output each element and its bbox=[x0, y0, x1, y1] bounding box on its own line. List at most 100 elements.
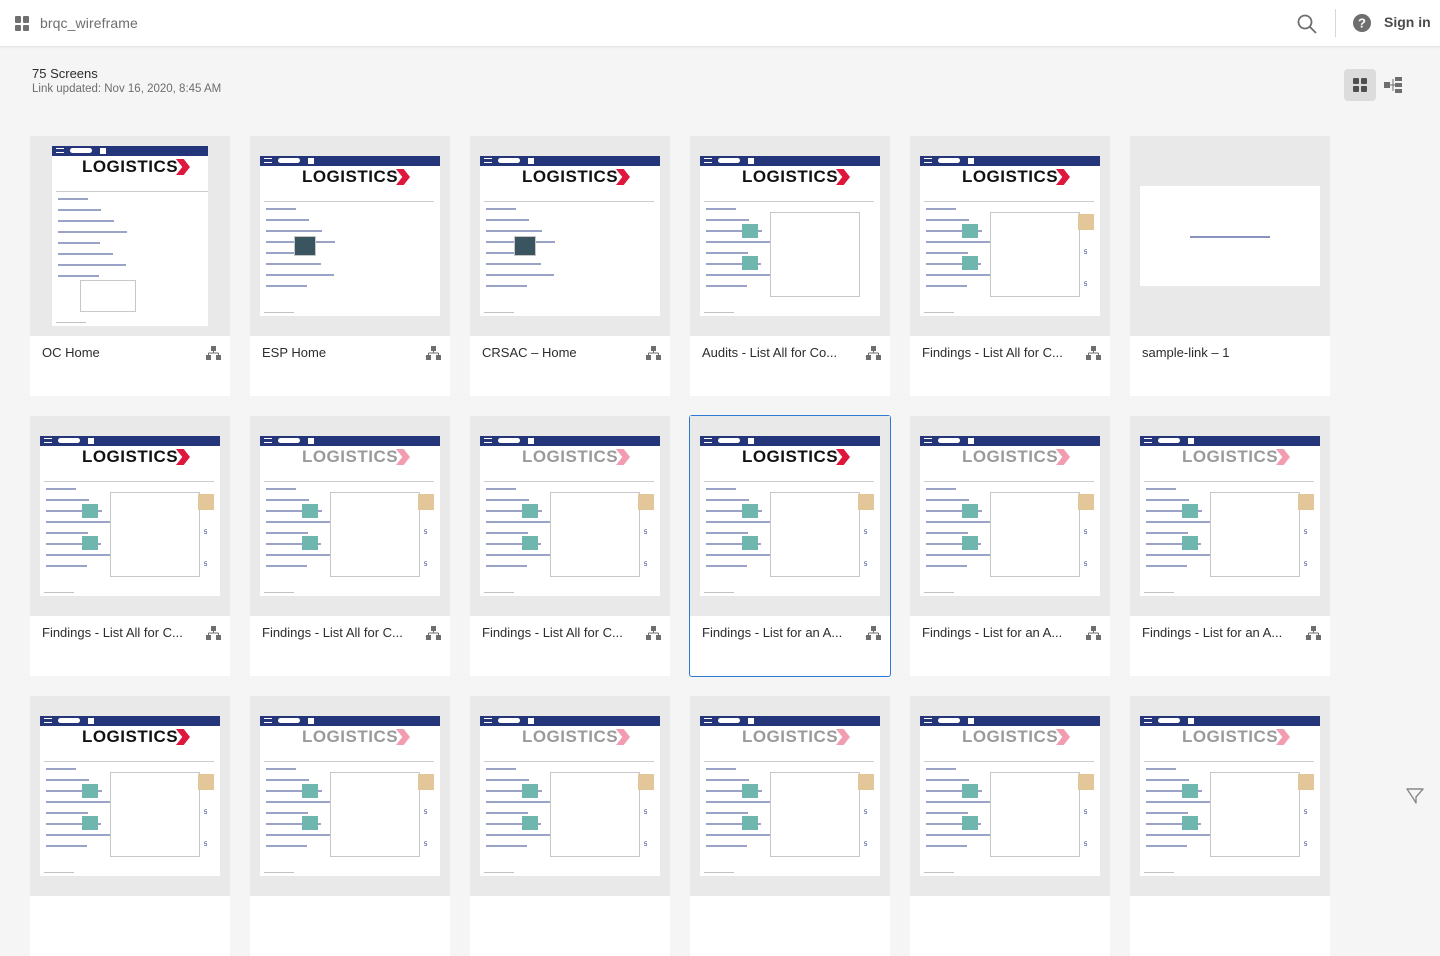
header-divider bbox=[1335, 9, 1336, 37]
wireframe-preview: LOGISTICS 5 5 bbox=[920, 436, 1100, 596]
screen-name: Findings - List for an A... bbox=[1142, 625, 1283, 640]
screen-thumbnail[interactable]: LOGISTICS bbox=[470, 136, 670, 336]
wireframe-preview: LOGISTICS bbox=[480, 156, 660, 316]
wireframe-preview: LOGISTICS 5 5 bbox=[1140, 716, 1320, 876]
wireframe-preview: LOGISTICS 5 5 bbox=[480, 436, 660, 596]
flow-map-icon[interactable] bbox=[646, 346, 661, 361]
thumbnail-logo: LOGISTICS bbox=[961, 167, 1059, 186]
screen-thumbnail[interactable]: LOGISTICS 5 5 bbox=[250, 416, 450, 616]
screen-name: Findings - List All for C... bbox=[262, 625, 403, 640]
screen-card[interactable]: LOGISTICS 5 5 Findings - List for an A... bbox=[910, 416, 1110, 676]
wireframe-preview: LOGISTICS 5 5 bbox=[700, 436, 880, 596]
screen-thumbnail[interactable]: LOGISTICS 5 5 bbox=[1130, 416, 1330, 616]
flow-map-icon[interactable] bbox=[1086, 346, 1101, 361]
screen-name: Findings - List All for C... bbox=[42, 625, 183, 640]
screen-card[interactable]: LOGISTICS 5 5 bbox=[30, 696, 230, 956]
screen-card[interactable]: sample-link – 1 bbox=[1130, 136, 1330, 396]
screen-card[interactable]: LOGISTICS CRSAC – Home bbox=[470, 136, 670, 396]
feedback-icon[interactable] bbox=[1405, 786, 1425, 806]
flow-map-icon[interactable] bbox=[206, 626, 221, 641]
screen-thumbnail[interactable]: LOGISTICS 5 5 bbox=[690, 696, 890, 896]
screen-thumbnail[interactable] bbox=[1130, 136, 1330, 336]
screen-thumbnail[interactable]: LOGISTICS 5 5 bbox=[250, 696, 450, 896]
thumbnail-logo: LOGISTICS bbox=[521, 167, 619, 186]
screen-card[interactable]: LOGISTICS ESP Home bbox=[250, 136, 450, 396]
wireframe-preview: LOGISTICS 5 5 bbox=[1140, 436, 1320, 596]
screen-card[interactable]: LOGISTICS 5 5 bbox=[1130, 696, 1330, 956]
screen-card[interactable]: LOGISTICS 5 5 bbox=[470, 696, 670, 956]
screen-name: ESP Home bbox=[262, 345, 327, 360]
flow-map-icon[interactable] bbox=[1086, 626, 1101, 641]
thumbnail-logo: LOGISTICS bbox=[961, 447, 1059, 466]
wireframe-preview: LOGISTICS 5 5 bbox=[700, 716, 880, 876]
screen-card[interactable]: LOGISTICS 5 5 bbox=[250, 696, 450, 956]
screen-card[interactable]: LOGISTICS Audits - List All for Co... bbox=[690, 136, 890, 396]
wireframe-preview: LOGISTICS 5 5 bbox=[40, 436, 220, 596]
screen-thumbnail[interactable]: LOGISTICS bbox=[250, 136, 450, 336]
screen-thumbnail[interactable]: LOGISTICS bbox=[30, 136, 230, 336]
wireframe-preview: LOGISTICS 5 5 bbox=[920, 716, 1100, 876]
sign-in-button[interactable]: Sign in bbox=[1384, 14, 1431, 30]
screen-thumbnail[interactable]: LOGISTICS 5 5 bbox=[910, 696, 1110, 896]
screen-thumbnail[interactable]: LOGISTICS 5 5 bbox=[470, 416, 670, 616]
screen-card[interactable]: LOGISTICS 5 5 bbox=[910, 696, 1110, 956]
grid-view-icon bbox=[1353, 78, 1367, 92]
help-icon[interactable]: ? bbox=[1352, 13, 1372, 33]
thumbnail-logo: LOGISTICS bbox=[741, 727, 839, 746]
screen-card[interactable]: LOGISTICS 5 5 bbox=[690, 696, 890, 956]
flow-map-icon[interactable] bbox=[866, 626, 881, 641]
screen-thumbnail[interactable]: LOGISTICS 5 5 bbox=[30, 416, 230, 616]
flow-map-icon[interactable] bbox=[206, 346, 221, 361]
thumbnail-logo: LOGISTICS bbox=[81, 447, 179, 466]
external-link-preview bbox=[1140, 186, 1320, 286]
screen-name: sample-link – 1 bbox=[1142, 345, 1230, 360]
flow-map-icon[interactable] bbox=[1306, 626, 1321, 641]
screen-card[interactable]: LOGISTICS 5 5 Findings - List All for C... bbox=[250, 416, 450, 676]
wireframe-preview: LOGISTICS 5 5 bbox=[920, 156, 1100, 316]
thumbnail-logo: LOGISTICS bbox=[741, 167, 839, 186]
thumbnail-logo: LOGISTICS bbox=[521, 447, 619, 466]
flow-map-icon[interactable] bbox=[866, 346, 881, 361]
screen-card[interactable]: LOGISTICS 5 5 Findings - List All for C... bbox=[470, 416, 670, 676]
screen-name: Findings - List for an A... bbox=[702, 625, 843, 640]
screen-name: Audits - List All for Co... bbox=[702, 345, 838, 360]
screen-thumbnail[interactable]: LOGISTICS 5 5 bbox=[470, 696, 670, 896]
thumbnail-logo: LOGISTICS bbox=[961, 727, 1059, 746]
wireframe-preview: LOGISTICS 5 5 bbox=[40, 716, 220, 876]
search-icon[interactable] bbox=[1296, 13, 1318, 35]
flow-map-icon[interactable] bbox=[426, 346, 441, 361]
screen-card[interactable]: LOGISTICS 5 5 Findings - List All for C... bbox=[30, 416, 230, 676]
wireframe-preview: LOGISTICS 5 5 bbox=[260, 716, 440, 876]
wireframe-preview: LOGISTICS bbox=[700, 156, 880, 316]
thumbnail-logo: LOGISTICS bbox=[301, 447, 399, 466]
screen-count: 75 Screens bbox=[32, 66, 98, 81]
thumbnail-logo: LOGISTICS bbox=[301, 727, 399, 746]
thumbnail-logo: LOGISTICS bbox=[1181, 727, 1279, 746]
screen-thumbnail[interactable]: LOGISTICS 5 5 bbox=[910, 416, 1110, 616]
thumbnail-logo: LOGISTICS bbox=[1181, 447, 1279, 466]
screen-thumbnail[interactable]: LOGISTICS bbox=[690, 136, 890, 336]
screen-card[interactable]: LOGISTICS 5 5 Findings - List for an A... bbox=[689, 415, 891, 677]
flow-view-icon[interactable] bbox=[1381, 69, 1405, 101]
grid-view-button[interactable] bbox=[1344, 69, 1376, 101]
wireframe-preview: LOGISTICS bbox=[260, 156, 440, 316]
flow-map-icon[interactable] bbox=[646, 626, 661, 641]
screen-card[interactable]: LOGISTICS 5 5 Findings - List for an A... bbox=[1130, 416, 1330, 676]
top-bar: brqc_wireframe ? Sign in bbox=[0, 0, 1440, 47]
screen-thumbnail[interactable]: LOGISTICS 5 5 bbox=[30, 696, 230, 896]
screen-card[interactable]: LOGISTICS OC Home bbox=[30, 136, 230, 396]
apps-grid-icon[interactable] bbox=[15, 16, 30, 31]
screen-name: Findings - List for an A... bbox=[922, 625, 1063, 640]
flow-map-icon[interactable] bbox=[426, 626, 441, 641]
svg-text:?: ? bbox=[1358, 16, 1366, 31]
screen-thumbnail[interactable]: LOGISTICS 5 5 bbox=[910, 136, 1110, 336]
project-title: brqc_wireframe bbox=[40, 15, 138, 31]
thumbnail-logo: LOGISTICS bbox=[81, 727, 179, 746]
screen-name: OC Home bbox=[42, 345, 100, 360]
screen-card[interactable]: LOGISTICS 5 5 Findings - List All for C... bbox=[910, 136, 1110, 396]
screen-thumbnail[interactable]: LOGISTICS 5 5 bbox=[690, 416, 890, 616]
screen-name: Findings - List All for C... bbox=[482, 625, 623, 640]
wireframe-preview: LOGISTICS 5 5 bbox=[260, 436, 440, 596]
thumbnail-logo: LOGISTICS bbox=[521, 727, 619, 746]
screen-thumbnail[interactable]: LOGISTICS 5 5 bbox=[1130, 696, 1330, 896]
